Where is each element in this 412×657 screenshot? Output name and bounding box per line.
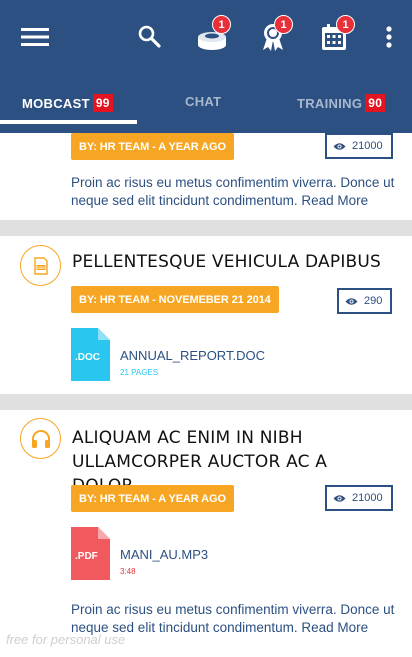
search-icon[interactable] xyxy=(135,22,163,50)
event-icon[interactable]: 1 xyxy=(195,15,231,52)
toolbar: 1 1 1 xyxy=(0,0,412,74)
feed-card[interactable]: BY: HR TEAM - A YEAR AGO 21000 Proin ac … xyxy=(0,133,412,220)
headphones-icon xyxy=(20,418,61,459)
tab-mobcast-label: MOBCAST xyxy=(22,96,90,111)
award-icon[interactable]: 1 xyxy=(258,15,293,52)
view-count-value: 21000 xyxy=(352,492,383,504)
award-badge: 1 xyxy=(274,15,293,34)
card-divider xyxy=(0,394,412,410)
tab-chat[interactable]: CHAT xyxy=(185,94,221,109)
tab-training-label: TRAINING xyxy=(297,96,363,111)
hamburger-menu-icon[interactable] xyxy=(20,24,50,50)
tab-training-count: 90 xyxy=(365,94,386,112)
active-tab-indicator xyxy=(0,120,137,124)
view-count: 21000 xyxy=(325,485,393,511)
eye-icon xyxy=(333,142,346,151)
feed-card[interactable]: DOC PELLENTESQUE VEHICULA DAPIBUS BY: HR… xyxy=(0,236,412,394)
watermark: free for personal use xyxy=(6,632,126,647)
file-meta: 3:48 xyxy=(120,567,136,576)
view-count: 21000 xyxy=(325,133,393,159)
view-count-value: 21000 xyxy=(352,140,383,152)
file-type-label: .PDF xyxy=(75,551,98,562)
tab-chat-label: CHAT xyxy=(185,94,222,109)
svg-text:DOC: DOC xyxy=(37,266,45,270)
file-name[interactable]: MANI_AU.MP3 xyxy=(120,547,208,562)
post-title[interactable]: PELLENTESQUE VEHICULA DAPIBUS xyxy=(72,250,392,274)
file-name[interactable]: ANNUAL_REPORT.DOC xyxy=(120,348,265,363)
tab-training[interactable]: TRAINING 90 xyxy=(297,94,386,112)
app-bar: 1 1 1 MOBCAST 99 CHAT TRAINING 90 xyxy=(0,0,412,133)
post-byline: BY: HR TEAM - A YEAR AGO xyxy=(71,485,234,512)
file-meta: 21 PAGES xyxy=(120,368,159,377)
card-divider xyxy=(0,220,412,236)
event-badge: 1 xyxy=(212,15,231,34)
tab-mobcast-count: 99 xyxy=(92,94,113,112)
more-vertical-icon[interactable] xyxy=(381,24,397,50)
document-icon: DOC xyxy=(20,245,61,286)
tab-bar: MOBCAST 99 CHAT TRAINING 90 xyxy=(0,88,412,124)
calendar-badge: 1 xyxy=(336,15,355,34)
file-type-label: .DOC xyxy=(75,352,100,363)
feed-card[interactable]: ALIQUAM AC ENIM IN NIBH ULLAMCORPER AUCT… xyxy=(0,410,412,657)
post-byline: BY: HR TEAM - NOVEMEBER 21 2014 xyxy=(71,286,279,313)
eye-icon xyxy=(345,297,358,306)
tab-mobcast[interactable]: MOBCAST 99 xyxy=(22,94,113,112)
eye-icon xyxy=(333,494,346,503)
feed[interactable]: BY: HR TEAM - A YEAR AGO 21000 Proin ac … xyxy=(0,133,412,657)
post-description[interactable]: Proin ac risus eu metus confimentim vive… xyxy=(71,174,396,210)
post-byline: BY: HR TEAM - A YEAR AGO xyxy=(71,133,234,160)
view-count-value: 290 xyxy=(364,295,383,307)
view-count: 290 xyxy=(337,288,393,314)
calendar-icon[interactable]: 1 xyxy=(319,15,355,52)
